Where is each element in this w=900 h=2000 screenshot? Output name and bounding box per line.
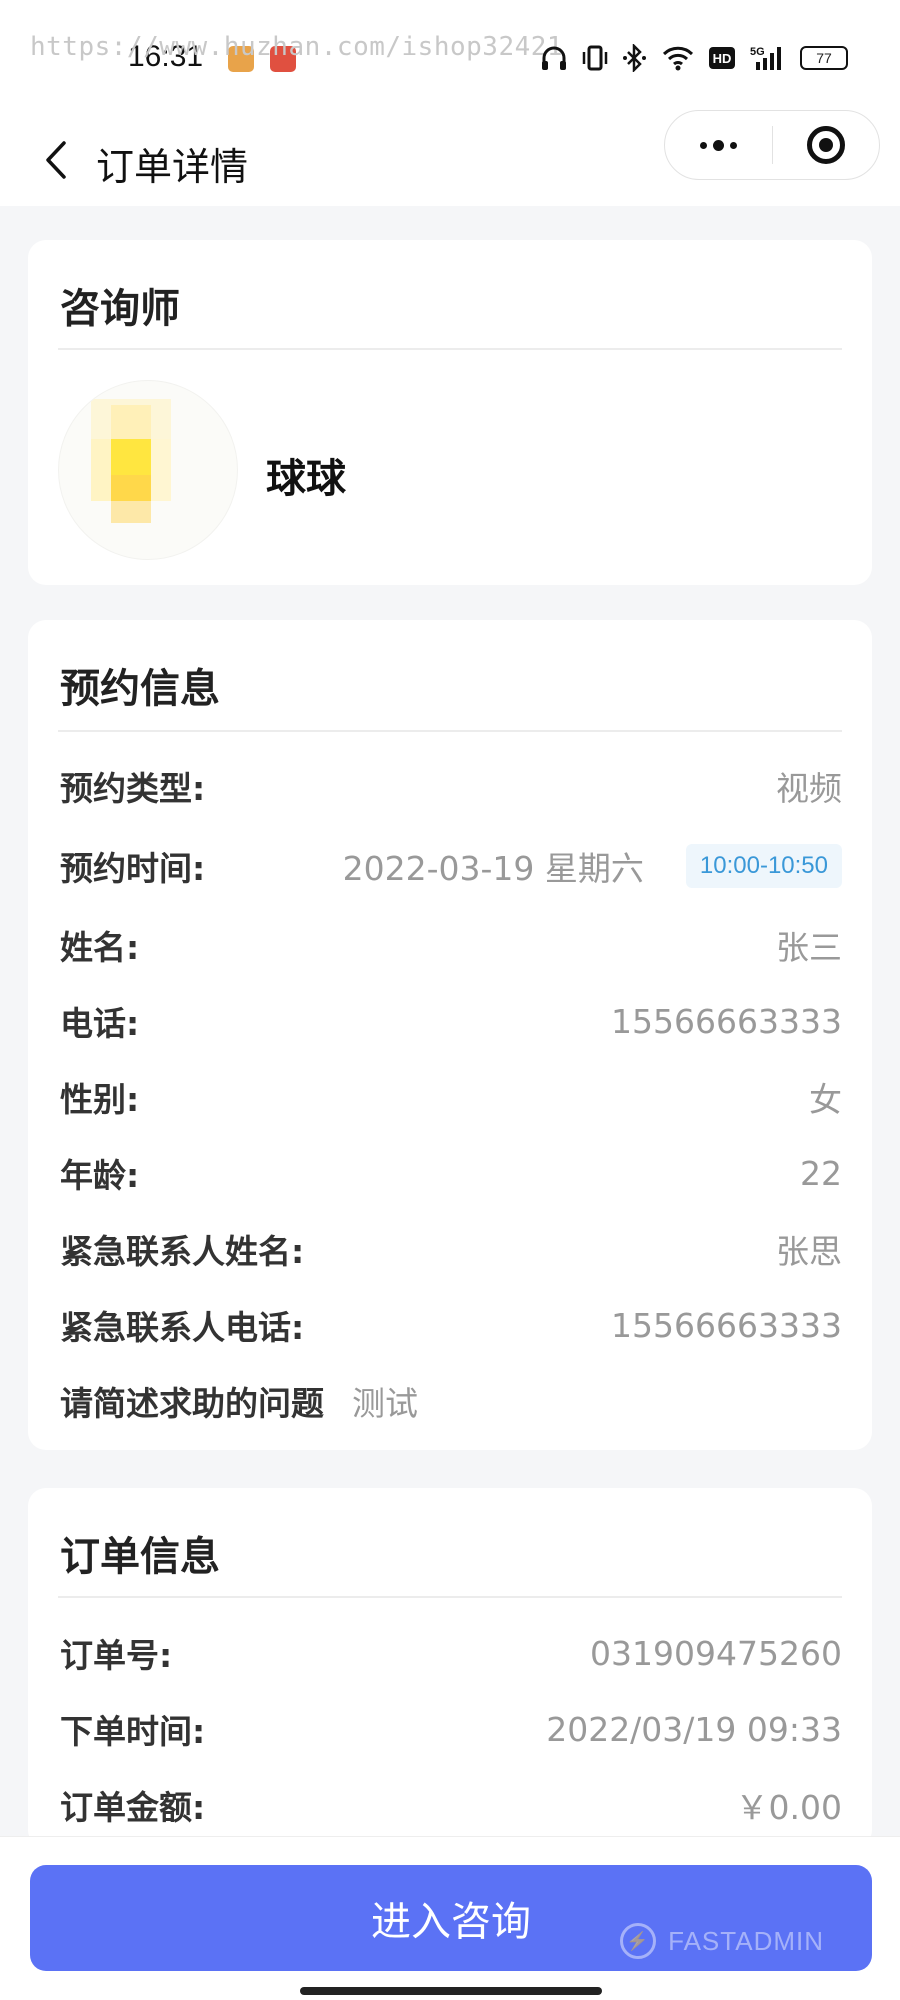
fastadmin-watermark: ⚡ FASTADMIN — [620, 1923, 824, 1959]
age-label: 年龄: — [60, 1156, 140, 1195]
order-card: 订单信息 订单号: 031909475260 下单时间: 2022/03/19 … — [28, 1488, 872, 1848]
appointment-date-value: 2022-03-19 星期六 — [342, 849, 644, 888]
wifi-icon — [662, 46, 694, 71]
divider — [58, 1596, 842, 1598]
signal-5g-icon: 5G — [750, 46, 781, 70]
fastadmin-watermark-text: FASTADMIN — [668, 1925, 824, 1956]
order-number-label: 订单号: — [60, 1636, 173, 1675]
name-value: 张三 — [776, 928, 842, 967]
divider — [58, 348, 842, 350]
emergency-name-label: 紧急联系人姓名: — [60, 1232, 305, 1271]
counselor-card: 咨询师 球球 — [28, 240, 872, 585]
appointment-time-label: 预约时间: — [60, 849, 206, 888]
enter-consultation-label: 进入咨询 — [371, 1899, 531, 1945]
bottom-action-bar: 进入咨询 ⚡ FASTADMIN — [0, 1836, 900, 2000]
divider — [58, 730, 842, 732]
phone-label: 电话: — [60, 1004, 140, 1043]
emergency-name-value: 张思 — [776, 1232, 842, 1271]
gender-value: 女 — [809, 1080, 842, 1119]
question-value: 测试 — [352, 1384, 418, 1423]
emergency-phone-label: 紧急联系人电话: — [60, 1308, 305, 1347]
age-value: 22 — [800, 1153, 842, 1193]
status-icons: HD 5G 77 — [540, 44, 848, 72]
bluetooth-icon — [623, 44, 646, 72]
order-number-row: 订单号: 031909475260 — [60, 1628, 842, 1678]
counselor-section-title: 咨询师 — [60, 286, 180, 332]
appointment-type-value: 视频 — [776, 769, 842, 808]
watermark-text: https://www.huzhan.com/ishop32421 — [30, 32, 564, 62]
miniapp-capsule — [664, 110, 880, 180]
order-amount-value: ￥0.00 — [735, 1788, 842, 1827]
time-slot-badge: 10:00-10:50 — [685, 844, 842, 888]
question-row: 请简述求助的问题 测试 — [60, 1376, 842, 1426]
avatar — [58, 380, 238, 560]
order-time-label: 下单时间: — [60, 1712, 206, 1751]
svg-text:HD: HD — [713, 51, 732, 66]
svg-text:5G: 5G — [750, 46, 765, 58]
more-dots-icon[interactable] — [665, 139, 772, 151]
chevron-left-icon[interactable] — [40, 140, 74, 180]
lightning-icon: ⚡ — [620, 1923, 657, 1959]
appointment-card: 预约信息 预约类型: 视频 预约时间: 2022-03-19 星期六 10:00… — [28, 620, 872, 1450]
enter-consultation-button[interactable]: 进入咨询 ⚡ FASTADMIN — [30, 1865, 872, 1971]
vibrate-icon — [582, 45, 608, 71]
order-number-value: 031909475260 — [590, 1633, 842, 1673]
home-indicator[interactable] — [300, 1987, 602, 1995]
appointment-type-label: 预约类型: — [60, 769, 206, 808]
battery-icon: 77 — [800, 46, 848, 70]
hd-icon: HD — [709, 47, 735, 69]
emergency-name-row: 紧急联系人姓名: 张思 — [60, 1224, 842, 1274]
name-row: 姓名: 张三 — [60, 920, 842, 970]
question-label: 请简述求助的问题 — [60, 1384, 324, 1423]
emergency-phone-value: 15566663333 — [611, 1305, 842, 1345]
order-time-row: 下单时间: 2022/03/19 09:33 — [60, 1704, 842, 1754]
counselor-name: 球球 — [266, 456, 346, 502]
order-section-title: 订单信息 — [60, 1534, 220, 1580]
nav-bar: 订单详情 — [0, 110, 900, 206]
emergency-phone-row: 紧急联系人电话: 15566663333 — [60, 1300, 842, 1350]
order-amount-row: 订单金额: ￥0.00 — [60, 1780, 842, 1830]
target-icon[interactable] — [772, 126, 879, 164]
phone-row: 电话: 15566663333 — [60, 996, 842, 1046]
appointment-time-row: 预约时间: 2022-03-19 星期六 10:00-10:50 — [60, 841, 842, 891]
phone-value: 15566663333 — [611, 1001, 842, 1041]
gender-label: 性别: — [60, 1080, 140, 1119]
page-title: 订单详情 — [96, 145, 249, 189]
order-time-value: 2022/03/19 09:33 — [546, 1709, 842, 1749]
order-amount-label: 订单金额: — [60, 1788, 206, 1827]
name-label: 姓名: — [60, 928, 140, 967]
status-bar: 16:31 https://www.huzhan.com/ishop32421 … — [0, 0, 900, 110]
age-row: 年龄: 22 — [60, 1148, 842, 1198]
gender-row: 性别: 女 — [60, 1072, 842, 1122]
headphones-icon — [542, 46, 566, 70]
appointment-type-row: 预约类型: 视频 — [60, 761, 842, 811]
appointment-section-title: 预约信息 — [60, 666, 220, 712]
